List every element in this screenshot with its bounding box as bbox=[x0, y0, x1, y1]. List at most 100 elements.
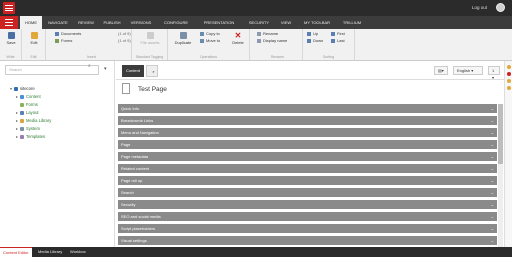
tab-trillium[interactable]: TRILLIUM bbox=[337, 16, 367, 29]
tab-configure[interactable]: CONFIGURE bbox=[157, 16, 195, 29]
ribbon-group-write: Save Write bbox=[0, 29, 22, 60]
tree-item-system[interactable]: ▸ System bbox=[16, 126, 40, 131]
folder-icon bbox=[20, 94, 24, 99]
logout-link[interactable]: Log out bbox=[472, 5, 487, 10]
tab-versions[interactable]: VERSIONS bbox=[125, 16, 157, 29]
tree-item-forms[interactable]: Forms bbox=[20, 102, 38, 107]
insert-forms-button[interactable]: Forms bbox=[55, 38, 72, 44]
tab-workbox[interactable]: Workbox bbox=[67, 247, 89, 257]
warning-indicator-icon[interactable] bbox=[507, 65, 511, 69]
copy-to-button[interactable]: Copy to bbox=[200, 31, 220, 37]
tree-item-media-library[interactable]: ▸ Media Library bbox=[16, 118, 51, 123]
forms-count: (1 of 9) bbox=[118, 38, 131, 43]
page-title: Test Page bbox=[138, 86, 167, 93]
chevron-down-icon: ⌄ bbox=[490, 190, 494, 195]
section-page-roll-up[interactable]: Page roll up ⌄ bbox=[118, 176, 497, 185]
sort-down-button[interactable]: Down bbox=[307, 38, 323, 44]
page-icon bbox=[122, 83, 130, 94]
tab-security[interactable]: SECURITY bbox=[243, 16, 275, 29]
section-search[interactable]: Search ⌄ bbox=[118, 188, 497, 197]
error-indicator-icon[interactable] bbox=[507, 72, 511, 76]
tree-item-sitecore[interactable]: ▾ sitecore bbox=[10, 86, 35, 91]
chevron-down-icon: ⌄ bbox=[490, 178, 494, 183]
warning-indicator-icon[interactable] bbox=[507, 79, 511, 83]
chevron-down-icon: ⌄ bbox=[490, 226, 494, 231]
tree-item-layout[interactable]: ▸ Layout bbox=[16, 110, 39, 115]
section-script-placeholders[interactable]: Script placeholders ⌄ bbox=[118, 224, 497, 233]
version-dropdown[interactable]: 1 ▾ bbox=[488, 66, 500, 80]
search-input[interactable]: Search bbox=[5, 65, 99, 75]
tab-view[interactable]: VIEW bbox=[275, 16, 297, 29]
rename-button[interactable]: Rename bbox=[257, 31, 278, 37]
top-bar: Log out bbox=[0, 0, 512, 16]
display-name-button[interactable]: Display name bbox=[257, 38, 287, 44]
insert-documents-button[interactable]: Documents bbox=[55, 31, 81, 37]
form-icon bbox=[20, 102, 24, 107]
content-tree-pane: Search ⌕ ▾ ▾ sitecore ▸ Content Forms ▸ Lay… bbox=[0, 61, 115, 247]
system-icon bbox=[20, 126, 24, 131]
template-icon bbox=[20, 134, 24, 139]
chevron-down-icon: ⌄ bbox=[490, 202, 494, 207]
section-security[interactable]: Security ⌄ bbox=[118, 200, 497, 209]
tab-media-library[interactable]: Media Library bbox=[35, 247, 65, 257]
file-assets-button[interactable]: File assets bbox=[136, 32, 164, 45]
delete-button[interactable]: ✕ Delete bbox=[230, 31, 246, 46]
search-tab[interactable]: ⌕ bbox=[146, 65, 158, 77]
tab-presentation[interactable]: PRESENTATION bbox=[195, 16, 243, 29]
chevron-down-icon: ⌄ bbox=[490, 166, 494, 171]
language-dropdown[interactable]: English ▾ bbox=[453, 66, 483, 75]
warning-indicator-icon[interactable] bbox=[507, 86, 511, 90]
search-icon: ⌕ bbox=[152, 69, 155, 74]
first-icon bbox=[331, 31, 335, 36]
ribbon-group-label: Operations bbox=[199, 55, 218, 59]
tab-content-editor[interactable]: Content Editor bbox=[0, 247, 32, 257]
tab-home[interactable]: HOME bbox=[20, 16, 42, 29]
document-icon bbox=[55, 31, 59, 36]
sitecore-icon bbox=[14, 86, 18, 91]
tree-item-content[interactable]: ▸ Content bbox=[16, 94, 41, 99]
arrow-up-icon bbox=[307, 31, 311, 36]
chevron-down-icon: ⌄ bbox=[490, 154, 494, 159]
tab-publish[interactable]: PUBLISH bbox=[99, 16, 125, 29]
section-related-content[interactable]: Related content ⌄ bbox=[118, 164, 497, 173]
section-quick-info[interactable]: Quick Info ⌄ bbox=[118, 104, 497, 113]
rename-icon bbox=[257, 31, 261, 36]
chevron-down-icon[interactable]: ▾ bbox=[104, 66, 107, 72]
section-menu-and-navigation[interactable]: Menu and Navigation ⌄ bbox=[118, 128, 497, 137]
section-breadcrumb-links[interactable]: Breadcrumb Links ⌄ bbox=[118, 116, 497, 125]
avatar[interactable] bbox=[496, 3, 505, 12]
tree-item-templates[interactable]: ▸ Templates bbox=[16, 134, 45, 139]
move-to-button[interactable]: Move to bbox=[200, 38, 220, 44]
sort-first-button[interactable]: First bbox=[331, 31, 345, 37]
section-page[interactable]: Page ⌄ bbox=[118, 140, 497, 149]
ribbon-group-operations: Duplicate Copy to Move to ✕ Delete Opera… bbox=[168, 29, 250, 60]
save-icon bbox=[7, 32, 15, 39]
edit-button[interactable]: Edit bbox=[26, 32, 42, 45]
content-editor-pane: Content ⌕ ▤▾ English ▾ 1 ▾ Test Page Qui… bbox=[116, 61, 504, 247]
tab-content[interactable]: Content bbox=[122, 65, 144, 77]
ribbon-group-standard-tagging: File assets Standard Tagging bbox=[132, 29, 168, 60]
tab-review[interactable]: REVIEW bbox=[73, 16, 99, 29]
scrollbar[interactable] bbox=[498, 104, 503, 247]
section-seo-and-social-media[interactable]: SEO and social media ⌄ bbox=[118, 212, 497, 221]
sitecore-logo[interactable] bbox=[3, 2, 15, 14]
tab-my-toolbar[interactable]: MY TOOLBAR bbox=[297, 16, 337, 29]
search-icon[interactable]: ⌕ bbox=[88, 63, 91, 69]
delete-icon: ✕ bbox=[234, 31, 242, 40]
save-button[interactable]: Save bbox=[3, 32, 19, 45]
menu-icon[interactable] bbox=[0, 16, 18, 29]
duplicate-button[interactable]: Duplicate bbox=[171, 32, 195, 45]
options-dropdown[interactable]: ▤▾ bbox=[434, 66, 448, 75]
ribbon-group-label: Insert bbox=[87, 55, 96, 59]
sort-up-button[interactable]: Up bbox=[307, 31, 318, 37]
duplicate-icon bbox=[179, 32, 187, 39]
sort-last-button[interactable]: Last bbox=[331, 38, 345, 44]
ribbon-group-label: Standard Tagging bbox=[135, 55, 164, 59]
section-visual-settings[interactable]: Visual settings ⌄ bbox=[118, 236, 497, 245]
validation-gutter bbox=[504, 61, 512, 247]
section-page-metadata[interactable]: Page metadata ⌄ bbox=[118, 152, 497, 161]
file-assets-icon bbox=[146, 32, 154, 39]
scrollbar-thumb[interactable] bbox=[498, 104, 503, 164]
chevron-down-icon: ⌄ bbox=[490, 214, 494, 219]
tab-navigate[interactable]: NAVIGATE bbox=[43, 16, 73, 29]
